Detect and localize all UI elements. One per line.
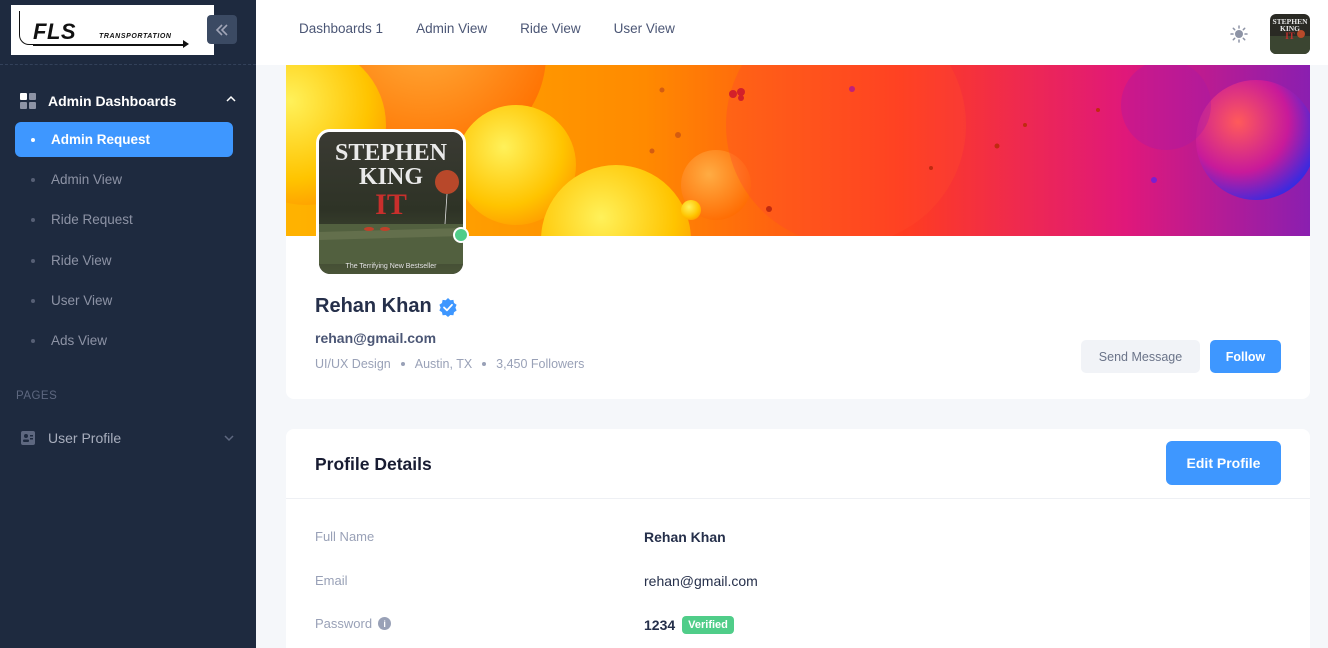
detail-label: Password [315,616,373,631]
collapse-sidebar-button[interactable] [207,15,237,44]
avatar-tagline: The Terrifying New Bestseller [346,263,438,270]
bullet-icon [31,258,35,263]
sidebar-item-admin-view[interactable]: Admin View [15,162,233,197]
logo-main-text: FLS [33,19,77,44]
svg-text:IT: IT [1285,31,1295,41]
detail-row-email: Email rehan@gmail.com [315,573,1275,593]
edit-profile-button[interactable]: Edit Profile [1166,441,1281,485]
brand-area: FLS TRANSPORTATION [0,0,256,65]
profile-card-icon [21,431,35,445]
bullet-icon [31,338,35,343]
online-status-indicator [453,227,469,243]
chevron-down-icon [224,435,234,442]
avatar-title-line3: IT [375,188,407,221]
profile-email: rehan@gmail.com [315,330,437,346]
sidebar-item-label: Ads View [51,333,108,348]
detail-row-password: Password i 1234 Verified [315,616,1275,636]
logo-sub-text: TRANSPORTATION [99,33,172,40]
profile-location: Austin, TX [414,357,473,371]
bullet-icon [31,177,35,182]
sidebar-item-admin-request[interactable]: Admin Request [15,122,233,157]
menu-admin-dashboards-label: Admin Dashboards [48,93,177,109]
sidebar-item-label: Ride Request [51,212,133,227]
profile-avatar[interactable]: STEPHEN KING IT The Terrifying New Bests… [316,129,466,277]
sidebar: FLS TRANSPORTATION Admin Dashboards Admi… [0,0,256,648]
profile-followers: 3,450 Followers [496,357,585,371]
verified-badge-icon [439,297,457,317]
profile-details-card: Profile Details Edit Profile Full Name R… [286,429,1310,648]
bullet-icon [31,137,35,142]
sidebar-item-label: Admin Request [51,132,151,147]
bullet-icon [31,298,35,303]
detail-value: Rehan Khan [644,529,726,545]
detail-value: 1234 [644,617,676,633]
double-chevron-left-icon [215,23,228,36]
info-icon[interactable]: i [378,617,392,630]
sidebar-item-ads-view[interactable]: Ads View [15,323,233,358]
detail-label: Full Name [315,529,375,544]
sidebar-item-user-view[interactable]: User View [15,283,233,318]
detail-label: Email [315,573,348,588]
send-message-button[interactable]: Send Message [1081,340,1200,373]
sidebar-item-label: Admin View [51,172,123,187]
sidebar-item-ride-view[interactable]: Ride View [15,243,233,278]
profile-details-header: Profile Details Edit Profile [286,429,1310,499]
profile-meta: UI/UX Design Austin, TX 3,450 Followers [315,357,584,371]
sidebar-item-label: User View [51,293,113,308]
avatar-title-line1: STEPHEN [335,140,448,166]
avatar-title-line2: KING [359,164,423,190]
topnav-dashboards[interactable]: Dashboards 1 [299,21,383,36]
top-navigation: Dashboards 1 Admin View Ride View User V… [299,21,708,36]
verified-badge: Verified [682,616,734,634]
sidebar-item-label: Ride View [51,253,112,268]
topnav-admin-view[interactable]: Admin View [416,21,487,36]
theme-toggle-sun-icon[interactable] [1230,25,1248,43]
chevron-up-icon [226,95,236,102]
topnav-user-view[interactable]: User View [614,21,675,36]
topbar: Dashboards 1 Admin View Ride View User V… [256,0,1328,65]
dashboard-icon [20,93,36,109]
sidebar-item-ride-request[interactable]: Ride Request [15,202,233,237]
sidebar-item-user-profile[interactable]: User Profile [20,428,236,448]
pages-section-heading: PAGES [16,390,58,402]
fls-logo[interactable]: FLS TRANSPORTATION [11,5,214,55]
profile-card: STEPHEN KING IT The Terrifying New Bests… [286,65,1310,399]
profile-name: Rehan Khan [315,295,432,317]
profile-details-title: Profile Details [315,454,432,474]
detail-value: rehan@gmail.com [644,573,758,589]
detail-row-full-name: Full Name Rehan Khan [315,529,1275,549]
topnav-ride-view[interactable]: Ride View [520,21,581,36]
bullet-icon [31,217,35,222]
user-avatar[interactable]: STEPHEN KING IT [1270,14,1310,54]
follow-button[interactable]: Follow [1210,340,1281,373]
sidebar-item-label: User Profile [48,430,122,446]
menu-admin-dashboards[interactable]: Admin Dashboards [20,90,240,112]
profile-role: UI/UX Design [315,357,391,371]
